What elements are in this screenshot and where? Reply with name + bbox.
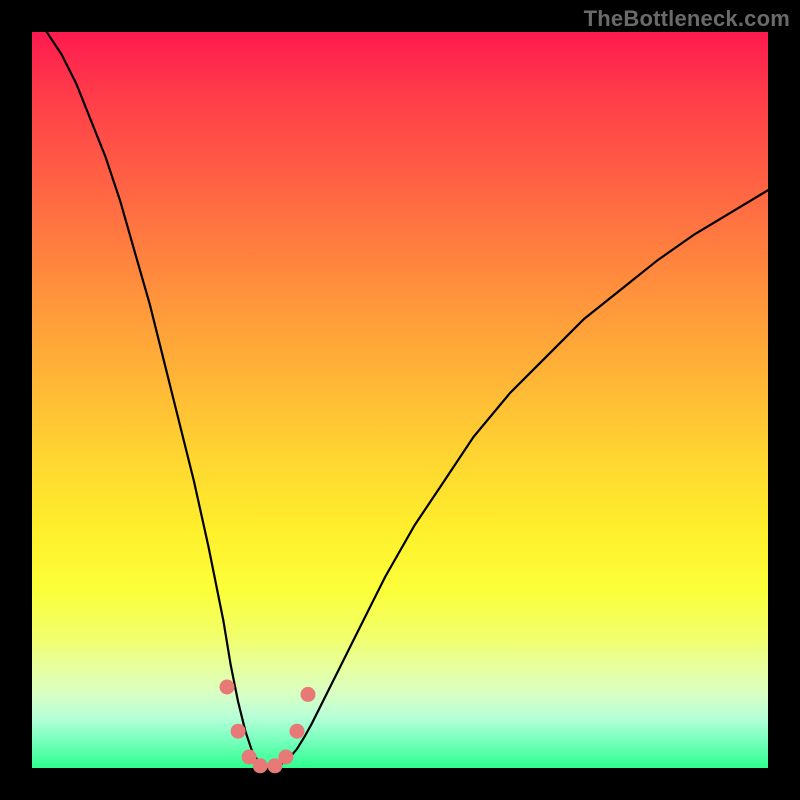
marker-point (278, 750, 293, 765)
plot-area (32, 32, 768, 768)
watermark-text: TheBottleneck.com (584, 6, 790, 32)
marker-point (253, 758, 268, 773)
curve-svg (32, 32, 768, 768)
marker-group (220, 680, 316, 774)
bottleneck-curve (47, 32, 768, 767)
chart-frame: TheBottleneck.com (0, 0, 800, 800)
marker-point (290, 724, 305, 739)
marker-point (301, 687, 316, 702)
marker-point (231, 724, 246, 739)
marker-point (220, 680, 235, 695)
